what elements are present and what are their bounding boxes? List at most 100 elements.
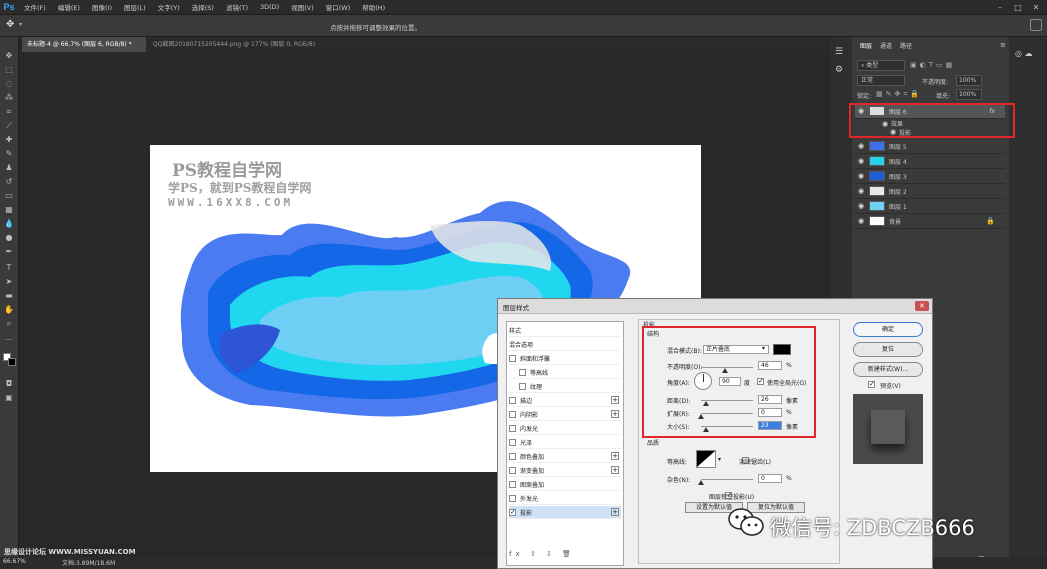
checkbox[interactable] xyxy=(509,508,516,516)
eye-icon[interactable]: ◉ xyxy=(855,172,867,180)
menu-window[interactable]: 窗口(W) xyxy=(320,2,357,12)
add-style-button[interactable]: + xyxy=(611,452,619,460)
opacity-input[interactable]: 100% xyxy=(956,75,982,86)
stamp-tool-icon[interactable]: ♟ xyxy=(3,163,15,173)
checkbox[interactable] xyxy=(509,494,516,502)
eye-icon[interactable]: ◉ xyxy=(855,217,867,225)
checkbox[interactable] xyxy=(509,466,516,474)
layer-row-background[interactable]: ◉ 背景 🔒 xyxy=(855,214,1005,229)
screen-mode-icon[interactable]: ▣ xyxy=(3,393,15,403)
style-gradient-overlay[interactable]: 渐变叠加 + xyxy=(509,464,621,477)
style-outer-glow[interactable]: 外发光 xyxy=(509,492,621,505)
checkbox[interactable] xyxy=(509,410,516,418)
shape-tool-icon[interactable]: ▬ xyxy=(3,291,15,301)
filter-icons[interactable]: ▣◐T▭▦ xyxy=(910,61,955,69)
menu-image[interactable]: 图像(I) xyxy=(86,2,118,12)
add-style-button[interactable]: + xyxy=(611,466,619,474)
layer-row-5[interactable]: ◉ 图层 5 xyxy=(855,139,1005,154)
contour-picker[interactable] xyxy=(696,450,716,468)
dialog-close-icon[interactable]: ✕ xyxy=(915,301,929,311)
brush-tool-icon[interactable]: ✎ xyxy=(3,149,15,159)
checkbox[interactable] xyxy=(509,396,516,404)
add-style-button[interactable]: + xyxy=(611,508,619,516)
menu-select[interactable]: 选择(S) xyxy=(186,2,220,12)
move-tool-icon[interactable]: ✥ xyxy=(3,51,15,61)
style-satin[interactable]: 光泽 xyxy=(509,436,621,449)
type-tool-icon[interactable]: T xyxy=(3,263,15,273)
hand-tool-icon[interactable]: ✋ xyxy=(3,305,15,315)
background-color-swatch[interactable] xyxy=(8,358,16,366)
layer-row-2[interactable]: ◉ 图层 2 xyxy=(855,184,1005,199)
menu-help[interactable]: 帮助(H) xyxy=(356,2,391,12)
eye-icon[interactable]: ◉ xyxy=(855,157,867,165)
checkbox[interactable] xyxy=(509,424,516,432)
chevron-down-icon[interactable]: ▾ xyxy=(718,456,721,463)
blend-mode-select[interactable]: 正常 xyxy=(857,75,905,86)
style-inner-shadow[interactable]: 内阴影 + xyxy=(509,408,621,421)
dodge-tool-icon[interactable]: ● xyxy=(3,233,15,243)
tab-layers[interactable]: 图层 xyxy=(860,41,872,50)
blend-options-item[interactable]: 混合选项 xyxy=(509,338,621,351)
checkbox[interactable] xyxy=(509,480,516,488)
lock-icons[interactable]: ▦✎✥⌗🔒 xyxy=(876,90,922,99)
ok-button[interactable]: 确定 xyxy=(853,322,923,337)
pen-tool-icon[interactable]: ✒ xyxy=(3,247,15,257)
marquee-tool-icon[interactable]: ⬚ xyxy=(3,65,15,75)
noise-slider[interactable] xyxy=(698,479,753,485)
menu-type[interactable]: 文字(Y) xyxy=(152,2,186,12)
eye-icon[interactable]: ◉ xyxy=(855,202,867,210)
gradient-tool-icon[interactable]: ▦ xyxy=(3,205,15,215)
layer-kind-filter[interactable]: ⌕ 类型 xyxy=(857,60,905,71)
layer-row-1[interactable]: ◉ 图层 1 xyxy=(855,199,1005,214)
eye-icon[interactable]: ◉ xyxy=(855,187,867,195)
style-bevel-emboss[interactable]: 斜面和浮雕 xyxy=(509,352,621,365)
panel-menu-icon[interactable]: ≡ xyxy=(1000,41,1006,49)
history-panel-icon[interactable]: ☰ xyxy=(835,47,843,57)
style-texture[interactable]: 纹理 xyxy=(509,380,621,393)
properties-panel-icon[interactable]: ⚙ xyxy=(835,65,843,75)
minimize-icon[interactable]: – xyxy=(991,0,1009,15)
checkbox[interactable] xyxy=(519,382,526,390)
checkbox[interactable] xyxy=(509,354,516,362)
tab-paths[interactable]: 路径 xyxy=(900,41,912,50)
menu-3d[interactable]: 3D(D) xyxy=(254,3,285,11)
add-style-button[interactable]: + xyxy=(611,410,619,418)
preview-checkbox[interactable] xyxy=(868,380,875,388)
styles-header[interactable]: 样式 xyxy=(509,324,621,337)
dialog-titlebar[interactable]: 图层样式 ✕ xyxy=(498,299,932,314)
maximize-icon[interactable]: □ xyxy=(1009,0,1027,15)
noise-input[interactable]: 0 xyxy=(758,474,782,483)
zoom-tool-icon[interactable]: ⌕ xyxy=(3,319,15,329)
tab-active-document[interactable]: 未标题-4 @ 66.7% (图层 6, RGB/8) * xyxy=(22,37,146,52)
more-tools-icon[interactable]: ⋯ xyxy=(3,335,15,345)
libraries-icon[interactable]: ◎ ☁ xyxy=(1015,49,1033,58)
new-style-button[interactable]: 新建样式(W)... xyxy=(853,362,923,377)
style-stroke[interactable]: 描边 + xyxy=(509,394,621,407)
style-list-footer-icons[interactable]: fx ⇧ ⇩ 🗑 xyxy=(509,550,575,558)
eyedropper-tool-icon[interactable]: ⟋ xyxy=(3,121,15,131)
blur-tool-icon[interactable]: 💧 xyxy=(3,219,15,229)
checkbox[interactable] xyxy=(509,452,516,460)
chevron-down-icon[interactable]: ▾ xyxy=(19,21,22,28)
style-inner-glow[interactable]: 内发光 xyxy=(509,422,621,435)
reset-button[interactable]: 复位 xyxy=(853,342,923,357)
workspace-switcher-icon[interactable] xyxy=(1030,19,1042,31)
fill-input[interactable]: 100% xyxy=(956,89,982,100)
close-icon[interactable]: ✕ xyxy=(1027,0,1045,15)
tab-qq-screenshot[interactable]: QQ截图20180715205444.png @ 177% (图层 0, RGB… xyxy=(148,37,328,52)
path-select-tool-icon[interactable]: ➤ xyxy=(3,277,15,287)
checkbox[interactable] xyxy=(509,438,516,446)
menu-layer[interactable]: 图层(L) xyxy=(118,2,152,12)
style-drop-shadow[interactable]: 投影 + xyxy=(509,506,621,519)
tab-channels[interactable]: 通道 xyxy=(880,41,892,50)
menu-file[interactable]: 文件(F) xyxy=(18,2,52,12)
quick-select-tool-icon[interactable]: ⁂ xyxy=(3,93,15,103)
checkbox[interactable] xyxy=(519,368,526,376)
style-contour[interactable]: 等高线 xyxy=(509,366,621,379)
slider-knob[interactable] xyxy=(698,480,704,485)
move-tool-icon[interactable]: ✥ xyxy=(6,19,14,30)
history-brush-icon[interactable]: ↺ xyxy=(3,177,15,187)
menu-view[interactable]: 视图(V) xyxy=(285,2,320,12)
lasso-tool-icon[interactable]: ◌ xyxy=(3,79,15,89)
layer-row-3[interactable]: ◉ 图层 3 xyxy=(855,169,1005,184)
